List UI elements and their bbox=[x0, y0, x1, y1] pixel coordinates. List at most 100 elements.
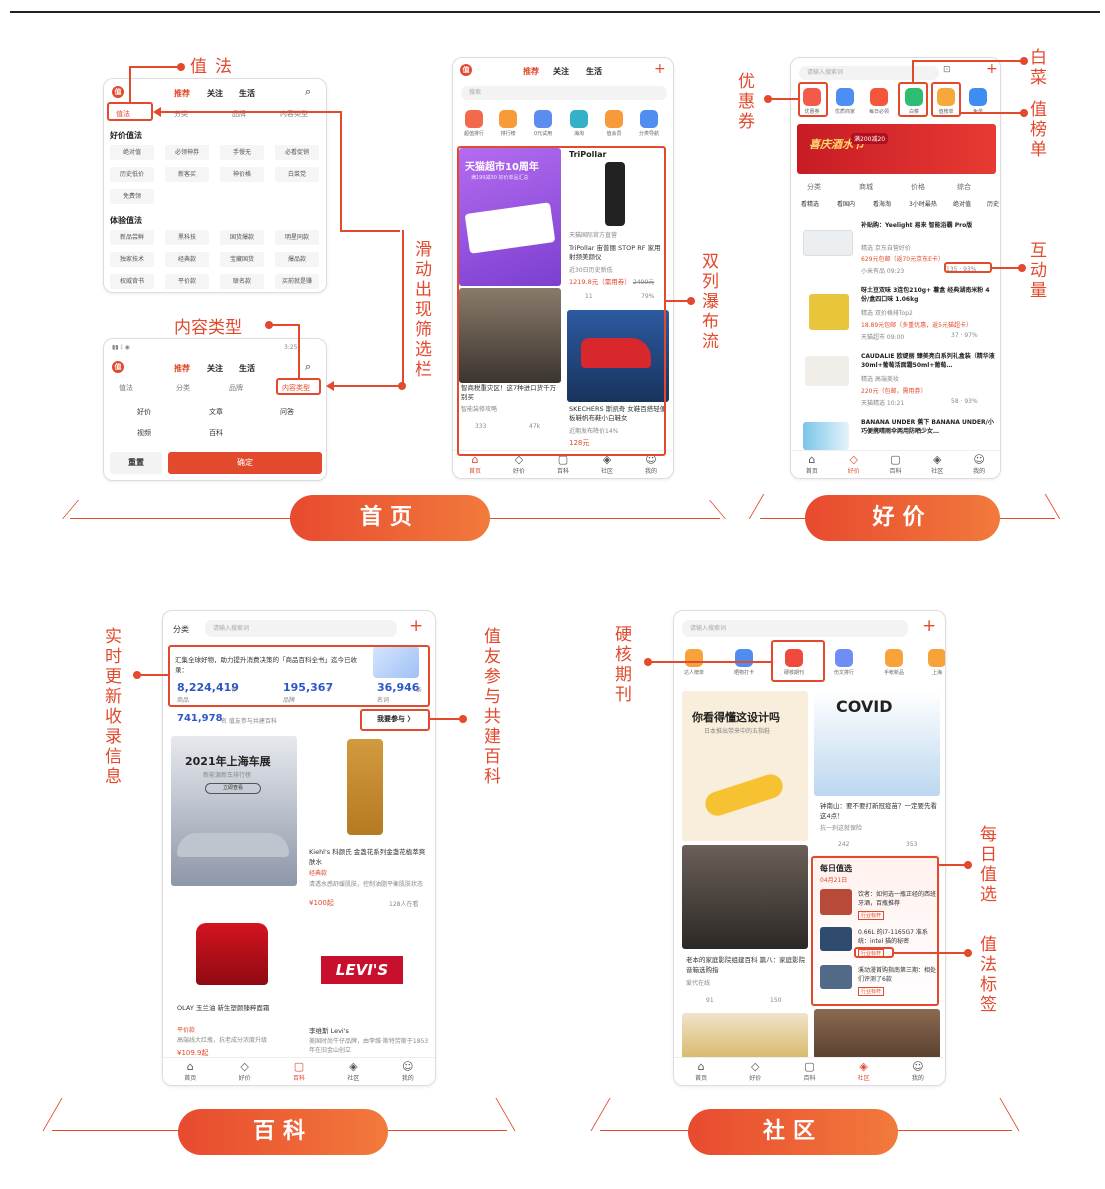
nav-deals[interactable]: ◇ 好价 bbox=[749, 1061, 761, 1083]
price-item[interactable]: 新客买 bbox=[165, 167, 209, 182]
app-logo[interactable]: 值 bbox=[460, 64, 472, 76]
filter-tab[interactable]: 绝对值 bbox=[953, 199, 971, 208]
category-item[interactable]: 分类导航 bbox=[639, 110, 659, 137]
filter-zhifa[interactable]: 值法 bbox=[119, 383, 133, 393]
price-item[interactable]: 必领神券 bbox=[165, 145, 209, 160]
nav-me[interactable]: ☺ 我的 bbox=[973, 454, 985, 476]
card-title[interactable]: Kiehl's 科颜氏 金盏花系列金盏花植萃爽肤水 bbox=[309, 847, 429, 867]
nav-home[interactable]: ⌂ 首页 bbox=[695, 1061, 707, 1083]
filter-price[interactable]: 价格 bbox=[911, 182, 925, 192]
nav-me[interactable]: ☺ 我的 bbox=[912, 1061, 924, 1083]
app-logo[interactable]: 值 bbox=[112, 361, 124, 373]
content-type-option[interactable]: 文章 bbox=[209, 407, 223, 417]
exp-item[interactable]: 爆品款 bbox=[275, 252, 319, 267]
confirm-button[interactable]: 确定 bbox=[168, 452, 322, 474]
tab-life[interactable]: 生活 bbox=[239, 88, 255, 99]
tab-recommend[interactable]: 推荐 bbox=[523, 66, 539, 77]
nav-community[interactable]: ◈ 社区 bbox=[347, 1061, 359, 1083]
price-item[interactable]: 手慢无 bbox=[220, 145, 264, 160]
exp-item[interactable]: 黑科技 bbox=[165, 230, 209, 245]
content-type-option[interactable]: 百科 bbox=[209, 428, 223, 438]
exp-item[interactable]: 经典款 bbox=[165, 252, 209, 267]
search-input[interactable]: 请输入搜索词 bbox=[205, 620, 397, 637]
content-type-option[interactable]: 问答 bbox=[280, 407, 294, 417]
nav-deals[interactable]: ◇ 好价 bbox=[848, 454, 860, 476]
nav-wiki[interactable]: ▢ 百科 bbox=[889, 454, 901, 476]
item-title[interactable]: CAUDALIE 欧缇丽 臻美亮白系列礼盒装（精华液30ml+葡萄活面霜50ml… bbox=[861, 352, 996, 370]
nav-me[interactable]: ☺ 我的 bbox=[402, 1061, 414, 1083]
nav-me[interactable]: ☺ 我的 bbox=[645, 454, 657, 476]
tab-life[interactable]: 生活 bbox=[239, 363, 255, 374]
card-title[interactable]: 钟南山：要不要打新冠疫苗？一定要先看这4点！ bbox=[820, 801, 938, 821]
search-input[interactable]: 请输入搜索词 bbox=[799, 66, 939, 80]
category-item[interactable]: 每日必领 bbox=[869, 88, 889, 115]
card-title[interactable]: 老本的家庭影院组建百科 篇八：家庭影院音箱选购指 bbox=[686, 955, 806, 975]
plus-icon[interactable]: + bbox=[922, 616, 936, 636]
card-title[interactable]: OLAY 玉兰油 新生塑颜臻粹面霜 bbox=[177, 1003, 295, 1013]
item-image[interactable] bbox=[809, 294, 849, 330]
tab-recommend[interactable]: 推荐 bbox=[174, 363, 190, 374]
price-item[interactable]: 白菜党 bbox=[275, 167, 319, 182]
tab-life[interactable]: 生活 bbox=[586, 66, 602, 77]
price-item[interactable]: 免费领 bbox=[110, 189, 154, 204]
price-item[interactable]: 绝对值 bbox=[110, 145, 154, 160]
price-item[interactable]: 历史低价 bbox=[110, 167, 154, 182]
category-item[interactable]: 0元试用 bbox=[534, 110, 552, 137]
category-label[interactable]: 分类 bbox=[173, 624, 189, 635]
item-title[interactable]: 补贴购：Yeelight 易来 智能浴霸 Pro版 bbox=[861, 220, 996, 229]
filter-tab[interactable]: 看海淘 bbox=[873, 199, 891, 208]
filter-category[interactable]: 分类 bbox=[807, 182, 821, 192]
filter-sort[interactable]: 综合 bbox=[957, 182, 971, 192]
filter-tab[interactable]: 历史 bbox=[987, 199, 999, 208]
scan-icon[interactable]: ⊡ bbox=[943, 65, 951, 75]
item-image[interactable] bbox=[805, 356, 849, 386]
nav-wiki[interactable]: ▢ 百科 bbox=[293, 1061, 305, 1083]
filter-brand[interactable]: 品牌 bbox=[229, 383, 243, 393]
item-title[interactable]: 呀土豆双味 3连包210g+ 薯盒 经典湖南米粉 4份/盒四口味 1.06kg bbox=[861, 286, 996, 304]
community-card-image[interactable] bbox=[814, 1009, 940, 1059]
nav-community[interactable]: ◈ 社区 bbox=[601, 454, 613, 476]
category-item[interactable]: 超值排行 bbox=[464, 110, 484, 137]
filter-category[interactable]: 分类 bbox=[176, 383, 190, 393]
category-item[interactable]: 免单 bbox=[969, 88, 987, 115]
category-item[interactable]: 排行榜 bbox=[499, 110, 517, 137]
nav-home[interactable]: ⌂ 首页 bbox=[184, 1061, 196, 1083]
nav-home[interactable]: ⌂ 首页 bbox=[469, 454, 481, 476]
filter-mall[interactable]: 商城 bbox=[859, 182, 873, 192]
exp-item[interactable]: 新品尝鲜 bbox=[110, 230, 154, 245]
product-image[interactable] bbox=[347, 739, 383, 835]
price-item[interactable]: 必看促销 bbox=[275, 145, 319, 160]
nav-wiki[interactable]: ▢ 百科 bbox=[557, 454, 569, 476]
item-image[interactable] bbox=[803, 422, 849, 450]
tab-recommend[interactable]: 推荐 bbox=[174, 88, 190, 99]
plus-icon[interactable]: + bbox=[409, 616, 423, 636]
plus-icon[interactable]: + bbox=[986, 61, 998, 77]
tab-follow[interactable]: 关注 bbox=[207, 363, 223, 374]
reset-button[interactable]: 重置 bbox=[110, 452, 162, 474]
plus-icon[interactable]: + bbox=[654, 61, 666, 77]
exp-item[interactable]: 国货爆款 bbox=[220, 230, 264, 245]
nav-deals[interactable]: ◇ 好价 bbox=[239, 1061, 251, 1083]
exp-item[interactable]: 独家技术 bbox=[110, 252, 154, 267]
category-item[interactable]: 上海 bbox=[928, 649, 945, 676]
community-card-image[interactable] bbox=[682, 845, 808, 949]
category-item[interactable]: 优质商家 bbox=[835, 88, 855, 115]
filter-tab[interactable]: 看国内 bbox=[837, 199, 855, 208]
view-now-button[interactable]: 立即查看 bbox=[205, 783, 261, 794]
app-logo[interactable]: 值 bbox=[112, 86, 124, 98]
search-input[interactable]: 请输入搜索词 bbox=[682, 620, 908, 637]
community-card-image[interactable] bbox=[682, 1013, 808, 1059]
item-image[interactable] bbox=[803, 230, 853, 256]
exp-item[interactable]: 明星同款 bbox=[275, 230, 319, 245]
search-icon[interactable]: ⌕ bbox=[305, 360, 311, 374]
nav-community[interactable]: ◈ 社区 bbox=[931, 454, 943, 476]
nav-community[interactable]: ◈ 社区 bbox=[858, 1061, 870, 1083]
tab-follow[interactable]: 关注 bbox=[207, 88, 223, 99]
exp-item[interactable]: 联名款 bbox=[220, 274, 264, 289]
category-item[interactable]: 伤文排行 bbox=[834, 649, 854, 676]
exp-item[interactable]: 宝藏国货 bbox=[220, 252, 264, 267]
nav-wiki[interactable]: ▢ 百科 bbox=[803, 1061, 815, 1083]
content-type-option[interactable]: 视频 bbox=[137, 428, 151, 438]
price-item[interactable]: 神价格 bbox=[220, 167, 264, 182]
item-title[interactable]: BANANA UNDER 蕉下 BANANA UNDER/小巧便携晴雨伞两用防晒… bbox=[861, 418, 996, 436]
